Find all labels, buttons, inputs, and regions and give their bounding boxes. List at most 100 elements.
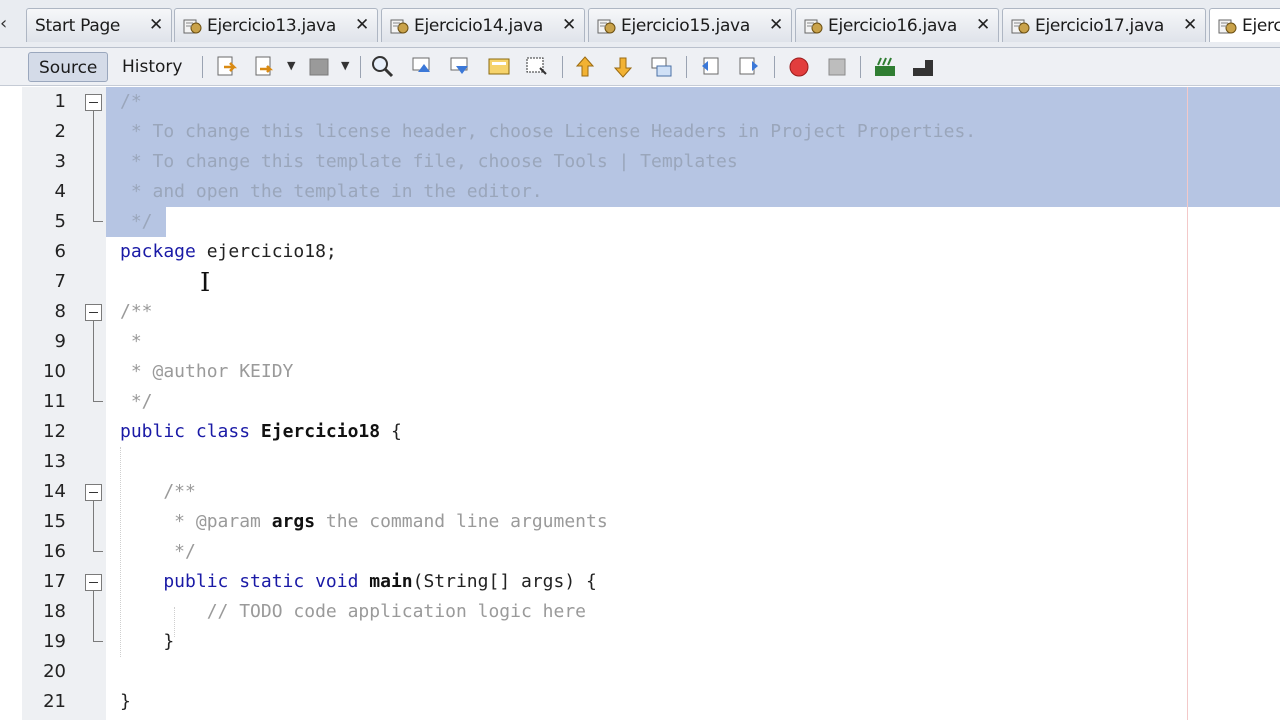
code-line: 11 */ <box>0 387 1280 417</box>
code-line: 20 <box>0 657 1280 687</box>
toolbar-separator <box>860 56 861 78</box>
tab-ejercicio15[interactable]: Ejercicio15.java ✕ <box>588 8 792 42</box>
java-file-icon <box>183 17 203 35</box>
tab-ejercicio17[interactable]: Ejercicio17.java ✕ <box>1002 8 1206 42</box>
code-line: 6 package ejercicio18; <box>0 237 1280 267</box>
code-line: 1 /* <box>0 87 1280 117</box>
tab-label: Ejercicio16.java <box>828 15 957 36</box>
back-dropdown-icon[interactable]: ▼ <box>287 59 295 72</box>
comment-token: * @param <box>120 511 272 532</box>
param-name-token: args <box>271 511 316 532</box>
comment-icon[interactable] <box>872 54 898 80</box>
line-number: 14 <box>43 481 66 502</box>
toggle-highlight-icon[interactable] <box>486 54 512 80</box>
tab-start-page[interactable]: Start Page ✕ <box>26 8 172 42</box>
close-tab-icon[interactable]: ✕ <box>355 16 369 34</box>
code-line: 19 } <box>0 627 1280 657</box>
uncomment-icon[interactable] <box>910 54 936 80</box>
code-line: 17 public static void main(String[] args… <box>0 567 1280 597</box>
code-line: 7 <box>0 267 1280 297</box>
code-token: (String[] args) { <box>412 571 597 592</box>
tab-ejercicio14[interactable]: Ejercicio14.java ✕ <box>381 8 585 42</box>
line-number: 9 <box>54 331 66 352</box>
line-number: 1 <box>54 91 66 112</box>
close-tab-icon[interactable]: ✕ <box>562 16 576 34</box>
code-line: 15 * @param args the command line argume… <box>0 507 1280 537</box>
back-icon[interactable] <box>252 54 278 80</box>
code-text: } <box>120 631 175 652</box>
toolbar-separator <box>774 56 775 78</box>
toggle-rect-select-icon[interactable] <box>524 54 550 80</box>
line-number: 8 <box>54 301 66 322</box>
close-tab-icon[interactable]: ✕ <box>1183 16 1197 34</box>
line-number: 12 <box>43 421 66 442</box>
line-number: 4 <box>54 181 66 202</box>
line-number: 15 <box>43 511 66 532</box>
close-tab-icon[interactable]: ✕ <box>976 16 990 34</box>
stop-macro-icon[interactable] <box>824 54 850 80</box>
code-editor[interactable]: 1 /* 2 * To change this license header, … <box>0 87 1280 720</box>
forward-icon[interactable] <box>306 54 332 80</box>
tab-ejercicio13[interactable]: Ejercicio13.java ✕ <box>174 8 378 42</box>
last-edit-icon[interactable] <box>214 54 240 80</box>
tab-label: Ejercicio15.java <box>621 15 750 36</box>
close-tab-icon[interactable]: ✕ <box>149 16 163 34</box>
code-text: * <box>120 331 142 352</box>
tab-label: Start Page <box>35 15 121 36</box>
code-line: 2 * To change this license header, choos… <box>0 117 1280 147</box>
scroll-tabs-left-icon[interactable]: ‹ <box>0 12 14 36</box>
toolbar-separator <box>360 56 361 78</box>
find-icon[interactable] <box>370 54 396 80</box>
code-text: public class Ejercicio18 { <box>120 417 402 447</box>
code-token: ejercicio18; <box>195 241 337 262</box>
tab-label: Ejercicio14.java <box>414 15 543 36</box>
code-text: /** <box>120 301 153 322</box>
java-file-icon <box>1218 17 1238 35</box>
line-number: 16 <box>43 541 66 562</box>
code-line: 12 public class Ejercicio18 { <box>0 417 1280 447</box>
close-tab-icon[interactable]: ✕ <box>769 16 783 34</box>
java-file-icon <box>390 17 410 35</box>
source-view-button[interactable]: Source <box>28 52 109 82</box>
tab-label: Ejercicio17.java <box>1035 15 1164 36</box>
code-line: 3 * To change this template file, choose… <box>0 147 1280 177</box>
line-number: 21 <box>43 691 66 712</box>
java-file-icon <box>597 17 617 35</box>
keyword-token: package <box>120 241 196 262</box>
line-number: 3 <box>54 151 66 172</box>
java-file-icon <box>1011 17 1031 35</box>
line-number: 10 <box>43 361 66 382</box>
next-bookmark-icon[interactable] <box>610 54 636 80</box>
code-text: public static void main(String[] args) { <box>120 567 597 597</box>
tab-ejercicio16[interactable]: Ejercicio16.java ✕ <box>795 8 999 42</box>
code-text: } <box>120 691 131 712</box>
code-token: { <box>380 421 402 442</box>
code-line: 14 /** <box>0 477 1280 507</box>
toolbar-separator <box>202 56 203 78</box>
code-text: * To change this license header, choose … <box>120 121 977 142</box>
code-text: /** <box>120 481 196 502</box>
keyword-token: public class <box>120 421 251 442</box>
tab-ejercicio18-active[interactable]: Ejerc <box>1209 8 1280 42</box>
find-previous-icon[interactable] <box>410 54 436 80</box>
previous-bookmark-icon[interactable] <box>572 54 598 80</box>
code-text: * To change this template file, choose T… <box>120 151 738 172</box>
shift-right-icon[interactable] <box>736 54 762 80</box>
find-next-icon[interactable] <box>448 54 474 80</box>
code-line: 21 } <box>0 687 1280 717</box>
class-name-token: Ejercicio18 <box>260 421 381 442</box>
code-text: * @param args the command line arguments <box>120 507 608 537</box>
toggle-bookmark-icon[interactable] <box>648 54 674 80</box>
start-macro-icon[interactable] <box>786 54 812 80</box>
java-file-icon <box>804 17 824 35</box>
line-number: 2 <box>54 121 66 142</box>
shift-left-icon[interactable] <box>698 54 724 80</box>
code-line: 16 */ <box>0 537 1280 567</box>
code-line: 18 // TODO code application logic here <box>0 597 1280 627</box>
forward-dropdown-icon[interactable]: ▼ <box>341 59 349 72</box>
editor-toolbar: Source History ▼ ▼ <box>0 48 1280 86</box>
code-text: /* <box>120 91 142 112</box>
history-view-button[interactable]: History <box>112 52 192 82</box>
code-text: */ <box>120 541 196 562</box>
line-number: 18 <box>43 601 66 622</box>
